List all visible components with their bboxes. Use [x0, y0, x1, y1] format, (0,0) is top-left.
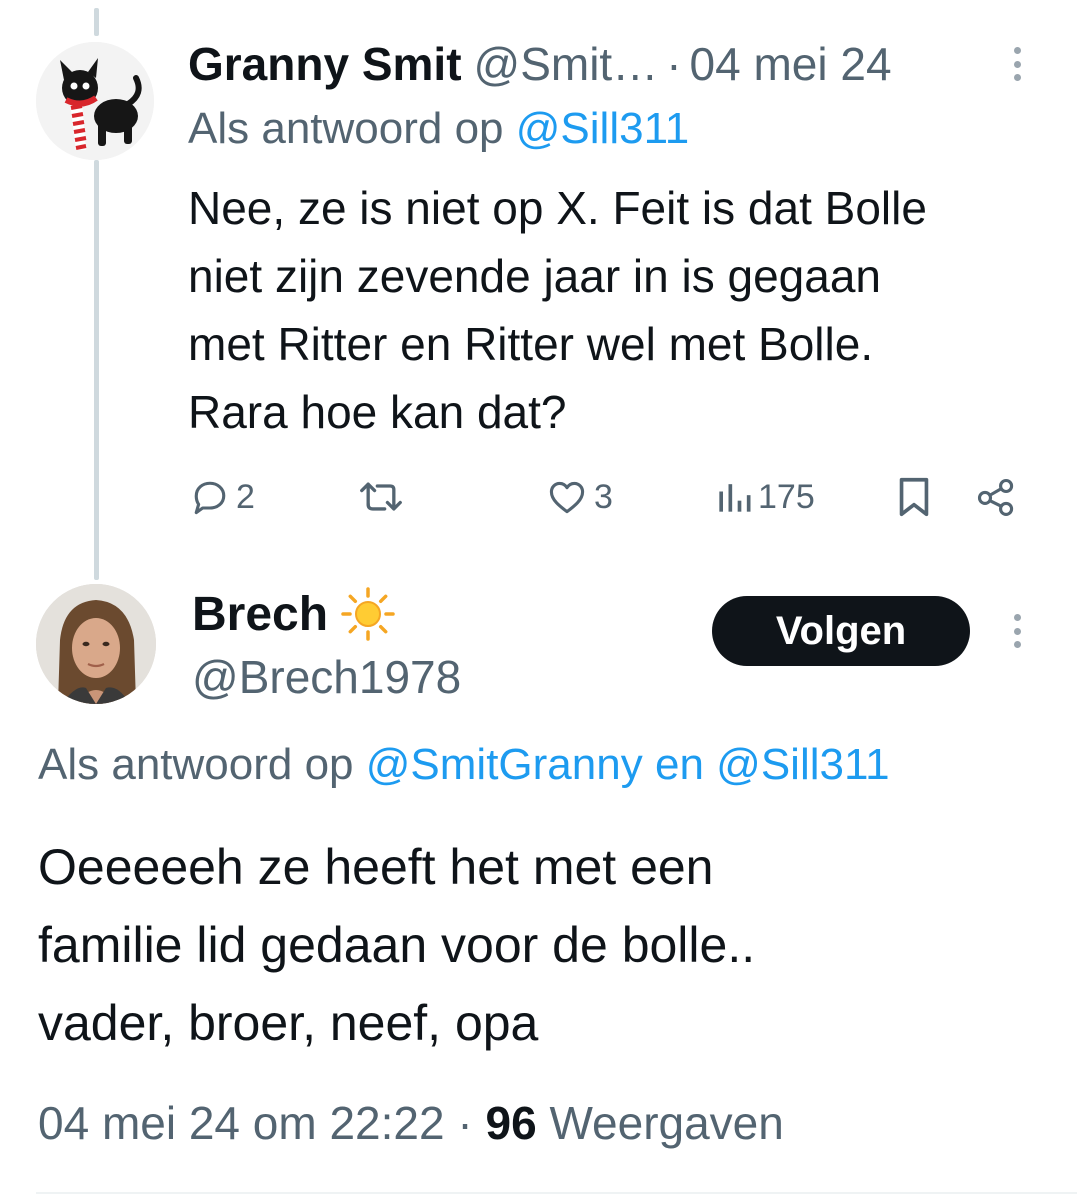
tweet1-body: Nee, ze is niet op X. Feit is dat Bolle … — [188, 174, 1048, 446]
reply-mention-link[interactable]: @SmitGranny — [366, 740, 643, 789]
tweet2-name-row: Brech — [192, 584, 396, 644]
tweet-date[interactable]: 04 mei 24 — [690, 37, 892, 91]
sun-icon — [341, 587, 395, 641]
tweet2-meta: 04 mei 24 om 22:22 · 96 Weergaven — [38, 1096, 784, 1150]
tweet-text-line: Nee, ze is niet op X. Feit is dat Bolle — [188, 182, 927, 234]
thread-line-top — [94, 8, 99, 36]
profile-photo-icon — [36, 584, 156, 704]
views-button[interactable]: 175 — [714, 472, 815, 522]
follow-button[interactable]: Volgen — [712, 596, 970, 666]
avatar-granny-smit[interactable] — [36, 42, 154, 160]
reply-mention-link[interactable]: @Sill311 — [516, 104, 690, 153]
tweet1-action-bar: 2 3 175 — [188, 472, 1028, 522]
reply-prefix: Als antwoord op — [38, 740, 354, 789]
separator-dot: · — [666, 38, 682, 90]
share-button[interactable] — [974, 472, 1018, 522]
reply-count: 2 — [236, 477, 255, 516]
user-handle[interactable]: @Smit… — [474, 37, 659, 91]
reply-conjunction: en — [654, 740, 704, 789]
tweet-text-line: familie lid gedaan voor de bolle.. — [38, 917, 756, 973]
black-cat-icon — [36, 42, 154, 160]
tweet1-header: Granny Smit @Smit… · 04 mei 24 — [188, 36, 892, 92]
avatar-brech[interactable] — [36, 584, 156, 704]
retweet-button[interactable] — [356, 472, 410, 522]
views-label: Weergaven — [549, 1097, 784, 1149]
more-options-icon[interactable] — [1010, 47, 1024, 81]
thread-line — [94, 160, 99, 580]
like-count: 3 — [594, 477, 613, 516]
tweet-text-line: niet zijn zevende jaar in is gegaan — [188, 250, 882, 302]
display-name[interactable]: Brech — [192, 587, 328, 642]
reply-icon — [194, 481, 226, 515]
reply-prefix: Als antwoord op — [188, 104, 504, 153]
divider — [36, 1192, 1077, 1194]
retweet-icon — [360, 482, 402, 511]
like-button[interactable]: 3 — [544, 472, 613, 522]
user-handle[interactable]: @Brech1978 — [192, 650, 461, 704]
views-count: 175 — [758, 477, 815, 516]
reply-context: Als antwoord op @Sill311 — [188, 104, 689, 154]
reply-mention-link[interactable]: @Sill311 — [716, 740, 890, 789]
views-count: 96 — [485, 1097, 537, 1149]
analytics-icon — [719, 484, 751, 512]
bookmark-icon — [899, 477, 929, 517]
tweet-text-line: met Ritter en Ritter wel met Bolle. — [188, 318, 874, 370]
tweet-timestamp[interactable]: 04 mei 24 om 22:22 — [38, 1097, 445, 1149]
tweet-text-line: Oeeeeeh ze heeft het met een — [38, 839, 714, 895]
bookmark-button[interactable] — [894, 472, 934, 522]
tweet2-body: Oeeeeeh ze heeft het met een familie lid… — [38, 828, 1038, 1062]
heart-icon — [549, 481, 585, 514]
tweet-text-line: Rara hoe kan dat? — [188, 386, 567, 438]
tweet-text-line: vader, broer, neef, opa — [38, 995, 539, 1051]
share-icon — [977, 478, 1014, 516]
separator-dot: · — [457, 1097, 473, 1149]
display-name[interactable]: Granny Smit — [188, 37, 462, 91]
more-options-icon[interactable] — [1010, 614, 1024, 648]
reply-context: Als antwoord op @SmitGranny en @Sill311 — [38, 740, 890, 790]
reply-button[interactable]: 2 — [188, 472, 255, 522]
